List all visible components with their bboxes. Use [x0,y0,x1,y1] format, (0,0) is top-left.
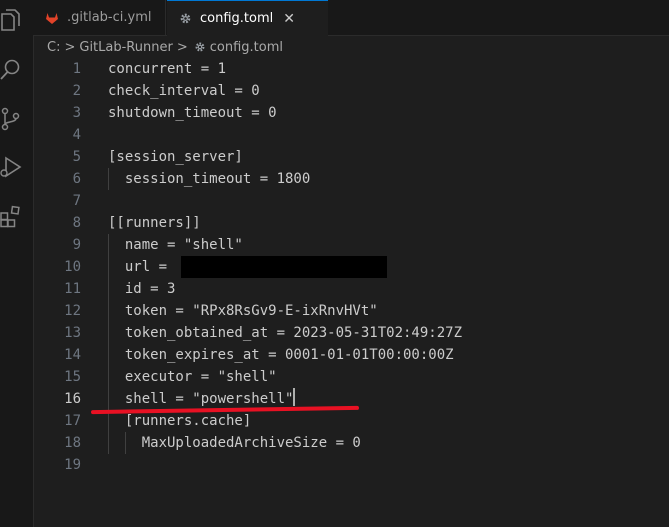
line-number: 1 [72,61,81,77]
line-number: 17 [64,413,81,429]
line-number: 5 [72,149,81,165]
tab-config-toml[interactable]: config.toml ✕ [167,0,328,36]
line-number: 13 [64,325,81,341]
code-line: 19 [33,454,669,476]
line-code: token_expires_at = 0001-01-01T00:00:00Z [108,347,454,363]
line-number: 8 [72,215,81,231]
code-line: 11 id = 3 [33,278,669,300]
breadcrumb-drive[interactable]: C: [47,40,60,55]
code-line: 7 [33,190,669,212]
line-code: shell = "powershell" [108,391,294,407]
line-number: 10 [64,259,81,275]
line-number: 9 [72,237,81,253]
code-line: 14 token_expires_at = 0001-01-01T00:00:0… [33,344,669,366]
line-number: 19 [64,457,81,473]
editor-tabs: .gitlab-ci.yml config.toml ✕ [33,0,669,36]
source-control-icon[interactable] [0,104,24,134]
line-number: 14 [64,347,81,363]
tab-label: config.toml [200,11,274,26]
line-code: url = [108,259,176,275]
line-number: 16 [64,391,81,407]
line-code: name = "shell" [108,237,243,253]
line-number: 11 [64,281,81,297]
breadcrumb-separator: > [64,39,76,55]
code-line: 8 [[runners]] [33,212,669,234]
activity-bar [0,0,34,527]
line-number: 7 [72,193,81,209]
code-line: 6 session_timeout = 1800 [33,168,669,190]
breadcrumb-separator: > [176,39,188,55]
line-code: shutdown_timeout = 0 [108,105,277,121]
line-number: 18 [64,435,81,451]
code-line: 9 name = "shell" [33,234,669,256]
breadcrumb-file[interactable]: config.toml [210,40,283,55]
tab-label: .gitlab-ci.yml [67,10,152,25]
line-code: token = "RPx8RsGv9-E-ixRnvHVt" [108,303,378,319]
code-line: 2 check_interval = 0 [33,80,669,102]
code-line: 4 [33,124,669,146]
code-line: 1 concurrent = 1 [33,58,669,80]
code-line: 10 url = [33,256,669,278]
explorer-icon[interactable] [0,6,24,36]
line-number: 4 [72,127,81,143]
code-line: 15 executor = "shell" [33,366,669,388]
line-code: session_timeout = 1800 [108,171,311,187]
code-line: 5 [session_server] [33,146,669,168]
breadcrumb: C: > GitLab-Runner > config.toml [33,36,669,58]
line-number: 6 [72,171,81,187]
line-code: concurrent = 1 [108,61,227,77]
line-number: 2 [72,83,81,99]
line-code: [session_server] [108,149,243,165]
code-line: 18 MaxUploadedArchiveSize = 0 [33,432,669,454]
tab-gitlab-ci[interactable]: .gitlab-ci.yml [33,0,166,35]
line-number: 12 [64,303,81,319]
run-debug-icon[interactable] [0,152,24,182]
line-number: 15 [64,369,81,385]
line-code: token_obtained_at = 2023-05-31T02:49:27Z [108,325,463,341]
search-icon[interactable] [0,55,24,85]
line-code: executor = "shell" [108,369,277,385]
code-line: 3 shutdown_timeout = 0 [33,102,669,124]
text-cursor [293,388,296,406]
extensions-icon[interactable] [0,201,24,231]
code-editor[interactable]: 1 concurrent = 1 2 check_interval = 0 3 shu… [33,58,669,527]
gear-icon [194,41,206,53]
line-code: [[runners]] [108,215,201,231]
breadcrumb-folder[interactable]: GitLab-Runner [79,40,172,55]
line-number: 3 [72,105,81,121]
line-code: MaxUploadedArchiveSize = 0 [108,435,361,451]
code-line: 13 token_obtained_at = 2023-05-31T02:49:… [33,322,669,344]
line-code: id = 3 [108,281,176,297]
line-code: check_interval = 0 [108,83,260,99]
gear-icon [179,12,192,25]
close-icon[interactable]: ✕ [283,11,295,27]
gitlab-icon [45,11,59,25]
redacted-url-block [181,256,388,278]
code-line: 12 token = "RPx8RsGv9-E-ixRnvHVt" [33,300,669,322]
